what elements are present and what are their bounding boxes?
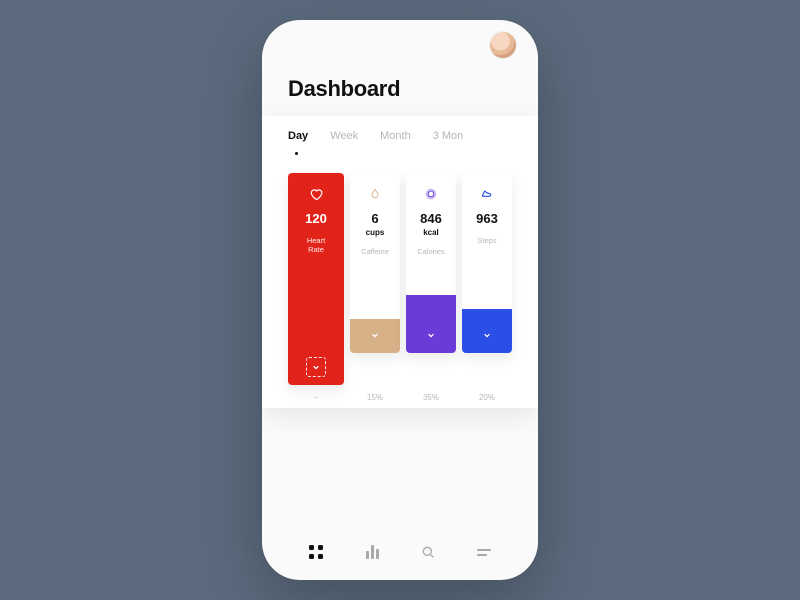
metric-card-caffeine[interactable]: 6 cups Caffeine (350, 173, 400, 353)
heart-icon (309, 185, 323, 203)
metric-card-heart-rate[interactable]: 120 Heart Rate (288, 173, 344, 385)
metric-label: Heart Rate (307, 236, 325, 255)
screen: Dashboard Day Week Month 3 Mon 120 Heart… (262, 20, 538, 580)
status-bar (262, 20, 538, 58)
time-tabs: Day Week Month 3 Mon (262, 116, 538, 144)
metric-label: Steps (477, 236, 496, 245)
metric-percent: 20% (462, 393, 512, 402)
metric-percent: 35% (406, 393, 456, 402)
metric-value: 963 (476, 211, 498, 226)
metric-card-steps[interactable]: 963 Steps (462, 173, 512, 353)
nav-grid-icon[interactable] (307, 543, 325, 561)
metric-label: Caffeine (361, 247, 389, 256)
tab-3mon[interactable]: 3 Mon (433, 130, 464, 142)
metric-unit: kcal (423, 228, 439, 237)
shoe-icon (480, 185, 494, 203)
bottom-nav (262, 524, 538, 580)
expand-button[interactable] (306, 357, 326, 377)
metric-percent: – (288, 393, 344, 402)
expand-button[interactable] (365, 325, 385, 345)
metric-value: 120 (305, 211, 327, 226)
content-card: Day Week Month 3 Mon 120 Heart Rate (262, 116, 538, 408)
nav-search-icon[interactable] (419, 543, 437, 561)
nav-stats-icon[interactable] (363, 543, 381, 561)
metric-label: Calories (417, 247, 445, 256)
ring-icon (424, 185, 438, 203)
tab-month[interactable]: Month (380, 130, 411, 142)
active-tab-indicator (295, 152, 298, 155)
tab-day[interactable]: Day (288, 130, 308, 142)
avatar[interactable] (490, 32, 516, 58)
title-row: Dashboard (262, 58, 538, 116)
nav-menu-icon[interactable] (475, 543, 493, 561)
phone-frame: Dashboard Day Week Month 3 Mon 120 Heart… (262, 20, 538, 580)
tab-week[interactable]: Week (330, 130, 358, 142)
metric-percent: 15% (350, 393, 400, 402)
drop-icon (369, 185, 381, 203)
metric-unit: cups (366, 228, 385, 237)
metric-value: 6 (371, 211, 378, 226)
expand-button[interactable] (421, 325, 441, 345)
expand-button[interactable] (477, 325, 497, 345)
metric-card-calories[interactable]: 846 kcal Calories (406, 173, 456, 353)
percent-row: – 15% 35% 20% (262, 391, 538, 408)
metric-value: 846 (420, 211, 442, 226)
metrics-row: 120 Heart Rate 6 cups Caffeine (262, 165, 538, 391)
page-title: Dashboard (288, 76, 512, 102)
